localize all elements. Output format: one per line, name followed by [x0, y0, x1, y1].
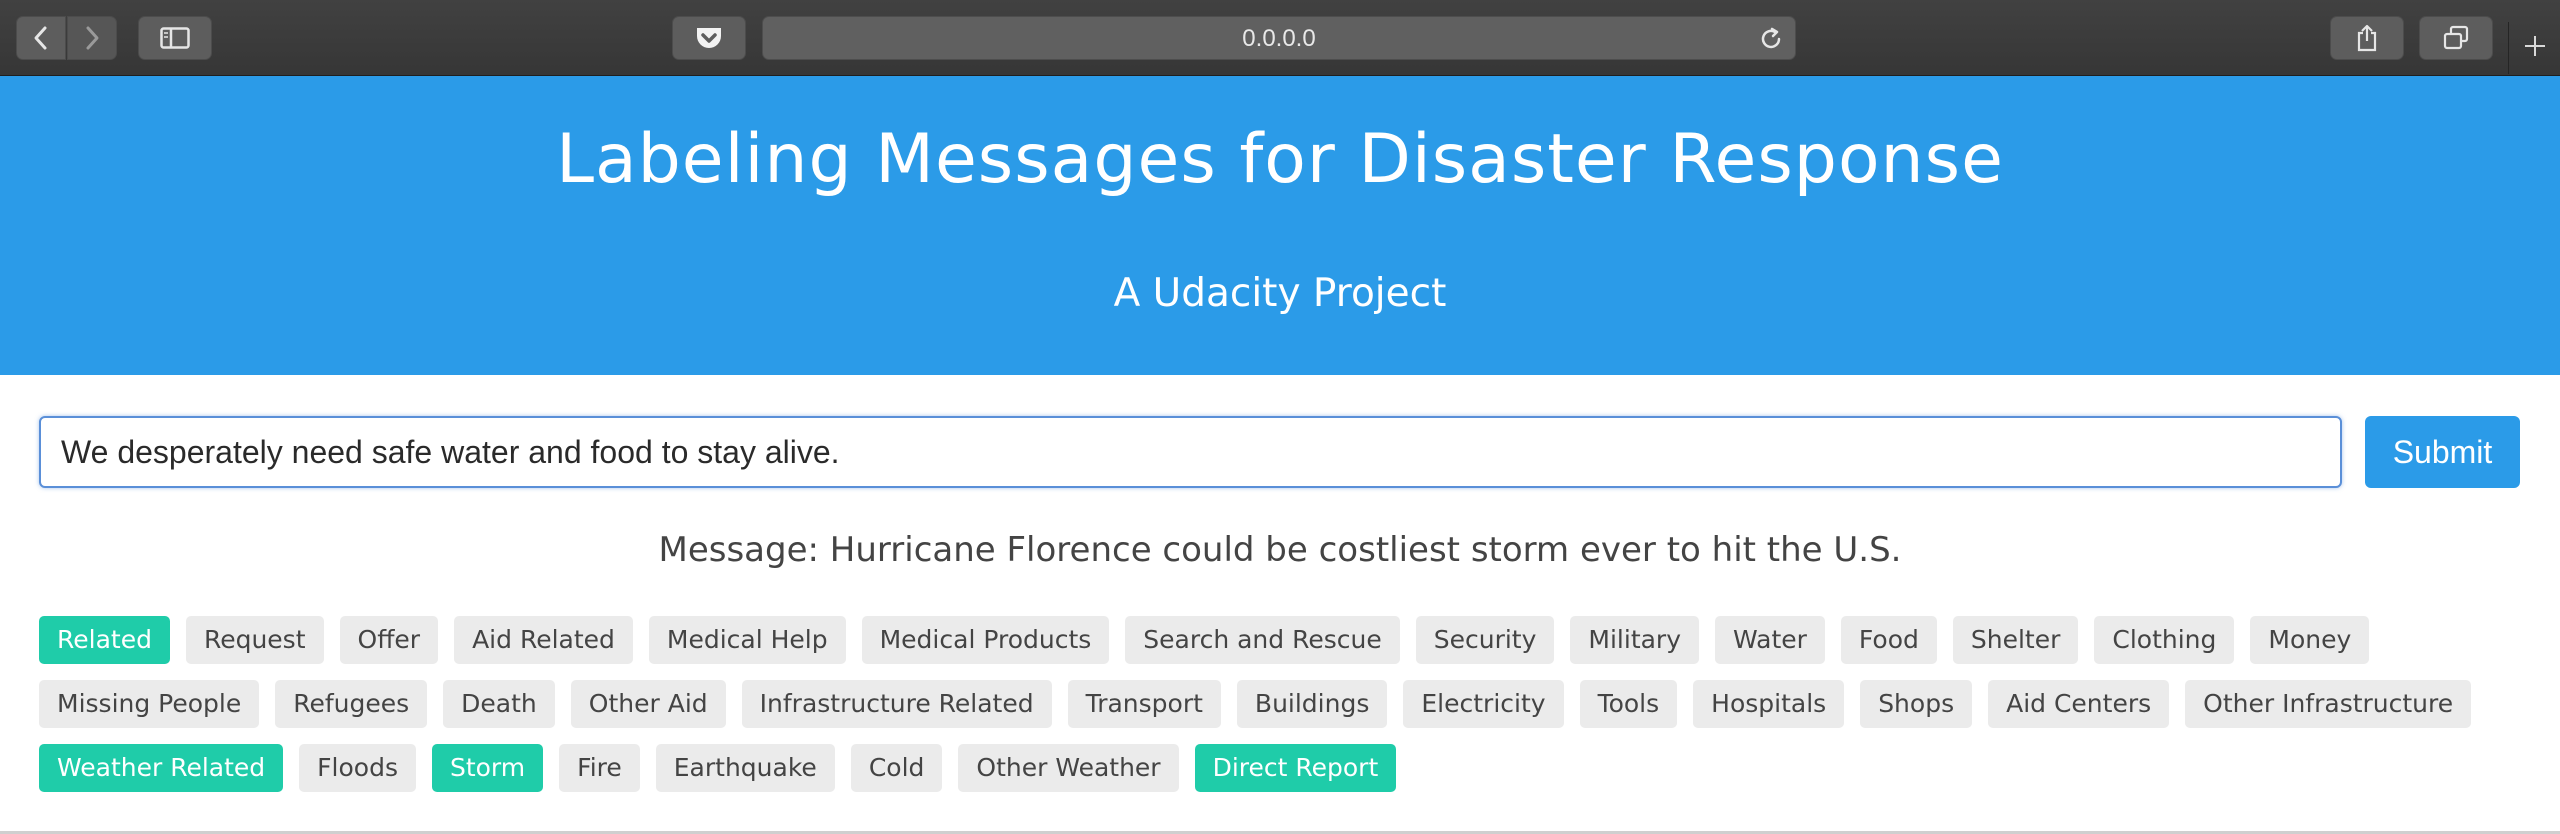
category-chip: Death	[443, 680, 555, 728]
category-chip: Hospitals	[1693, 680, 1845, 728]
page-subtitle: A Udacity Project	[1113, 271, 1447, 316]
sidebar-icon	[160, 27, 190, 49]
browser-toolbar: 0.0.0.0	[0, 0, 2560, 76]
chevron-right-icon	[82, 25, 102, 51]
category-chip: Other Weather	[958, 744, 1179, 792]
submit-button[interactable]: Submit	[2365, 416, 2520, 488]
category-chip: Infrastructure Related	[741, 680, 1052, 728]
category-chip: Transport	[1067, 680, 1221, 728]
category-chip: Tools	[1579, 680, 1678, 728]
category-chip: Earthquake	[655, 744, 835, 792]
share-button[interactable]	[2330, 16, 2404, 60]
category-chip: Shops	[1860, 680, 1973, 728]
address-bar[interactable]: 0.0.0.0	[762, 16, 1796, 60]
classified-message: Message: Hurricane Florence could be cos…	[658, 530, 1902, 570]
chevron-left-icon	[31, 25, 51, 51]
category-chip: Aid Related	[454, 616, 633, 664]
category-chip: Water	[1715, 616, 1825, 664]
category-chip: Buildings	[1236, 680, 1388, 728]
category-chip: Request	[185, 616, 324, 664]
forward-button[interactable]	[67, 16, 117, 60]
category-chip: Money	[2250, 616, 2370, 664]
category-chip: Refugees	[275, 680, 428, 728]
pocket-button[interactable]	[672, 16, 746, 60]
category-chip: Search and Rescue	[1125, 616, 1400, 664]
pocket-icon	[694, 25, 724, 51]
category-chip: Electricity	[1403, 680, 1564, 728]
category-chip: Medical Products	[861, 616, 1110, 664]
category-chip: Missing People	[39, 680, 260, 728]
category-chip: Aid Centers	[1988, 680, 2170, 728]
category-chip: Security	[1415, 616, 1555, 664]
category-chip: Related	[39, 616, 170, 664]
category-chip: Cold	[850, 744, 943, 792]
category-chip: Shelter	[1952, 616, 2079, 664]
plus-icon	[2522, 33, 2548, 64]
category-chip: Clothing	[2094, 616, 2235, 664]
category-chip: Weather Related	[39, 744, 284, 792]
reload-icon[interactable]	[1759, 27, 1783, 56]
tabs-overview-button[interactable]	[2419, 16, 2493, 60]
category-chip: Storm	[431, 744, 544, 792]
category-chip: Other Infrastructure	[2185, 680, 2472, 728]
category-chip: Offer	[339, 616, 439, 664]
header-banner: Labeling Messages for Disaster Response …	[0, 76, 2560, 375]
category-chip: Direct Report	[1194, 744, 1397, 792]
category-chip: Floods	[299, 744, 416, 792]
category-chip: Medical Help	[648, 616, 846, 664]
url-text: 0.0.0.0	[1242, 25, 1316, 52]
sidebar-button[interactable]	[138, 16, 212, 60]
message-input[interactable]	[39, 416, 2342, 488]
page-title: Labeling Messages for Disaster Response	[556, 120, 2004, 199]
share-icon	[2355, 23, 2379, 53]
back-button[interactable]	[16, 16, 66, 60]
category-chip: Fire	[559, 744, 640, 792]
category-chip: Other Aid	[570, 680, 726, 728]
category-chip: Military	[1570, 616, 1700, 664]
category-list: Related Request Offer Aid Related Medical He…	[39, 616, 2529, 792]
new-tab-button[interactable]	[2508, 22, 2560, 74]
tabs-icon	[2442, 25, 2470, 51]
category-chip: Food	[1840, 616, 1937, 664]
